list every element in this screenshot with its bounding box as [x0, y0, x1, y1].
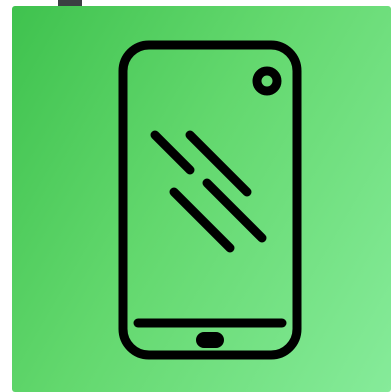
- screen-glare-lines: [150, 130, 267, 253]
- smartphone-icon: [118, 40, 302, 360]
- phone-tile[interactable]: [12, 6, 391, 392]
- camera-icon: [252, 66, 282, 96]
- home-button-icon: [196, 332, 224, 348]
- page: [0, 0, 391, 392]
